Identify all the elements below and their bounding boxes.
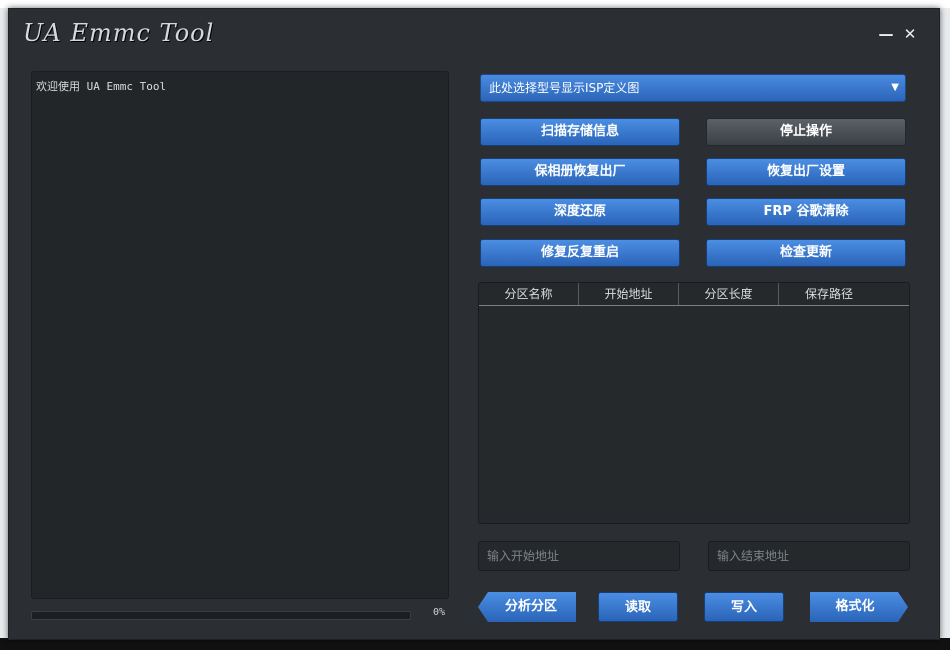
column-header-partition-name[interactable]: 分区名称 bbox=[479, 283, 579, 305]
log-panel[interactable]: 欢迎使用 UA Emmc Tool bbox=[31, 71, 449, 599]
progress-bar bbox=[31, 611, 411, 620]
window-title: UA Emmc Tool bbox=[23, 19, 215, 47]
app-window: UA Emmc Tool — ✕ 欢迎使用 UA Emmc Tool 0% 此处… bbox=[8, 8, 940, 640]
stop-button[interactable]: 停止操作 bbox=[706, 118, 906, 146]
end-address-input[interactable]: 输入结束地址 bbox=[708, 541, 910, 571]
column-header-partition-length[interactable]: 分区长度 bbox=[679, 283, 779, 305]
keep-photos-reset-button[interactable]: 保相册恢复出厂 bbox=[480, 158, 680, 186]
column-header-save-path[interactable]: 保存路径 bbox=[779, 283, 879, 305]
deep-restore-button[interactable]: 深度还原 bbox=[480, 198, 680, 226]
minimize-icon[interactable]: — bbox=[877, 25, 895, 43]
close-icon[interactable]: ✕ bbox=[901, 25, 919, 43]
log-text: 欢迎使用 UA Emmc Tool bbox=[36, 80, 167, 93]
partition-table[interactable]: 分区名称 开始地址 分区长度 保存路径 bbox=[478, 282, 910, 524]
partition-table-header: 分区名称 开始地址 分区长度 保存路径 bbox=[479, 283, 909, 306]
write-button[interactable]: 写入 bbox=[704, 592, 784, 622]
analyze-partition-button[interactable]: 分析分区 bbox=[478, 592, 576, 622]
progress-percent: 0% bbox=[433, 607, 446, 618]
chevron-down-icon: ▼ bbox=[891, 82, 899, 93]
check-update-button[interactable]: 检查更新 bbox=[706, 239, 906, 267]
fix-reboot-button[interactable]: 修复反复重启 bbox=[480, 239, 680, 267]
format-button[interactable]: 格式化 bbox=[810, 592, 908, 622]
factory-reset-button[interactable]: 恢复出厂设置 bbox=[706, 158, 906, 186]
model-select[interactable]: 此处选择型号显示ISP定义图 ▼ bbox=[480, 74, 906, 102]
start-address-input[interactable]: 输入开始地址 bbox=[478, 541, 680, 571]
background-desktop bbox=[0, 0, 950, 8]
scan-storage-button[interactable]: 扫描存储信息 bbox=[480, 118, 680, 146]
read-button[interactable]: 读取 bbox=[598, 592, 678, 622]
model-select-value: 此处选择型号显示ISP定义图 bbox=[489, 81, 640, 95]
frp-clear-button[interactable]: FRP 谷歌清除 bbox=[706, 198, 906, 226]
column-header-start-address[interactable]: 开始地址 bbox=[579, 283, 679, 305]
